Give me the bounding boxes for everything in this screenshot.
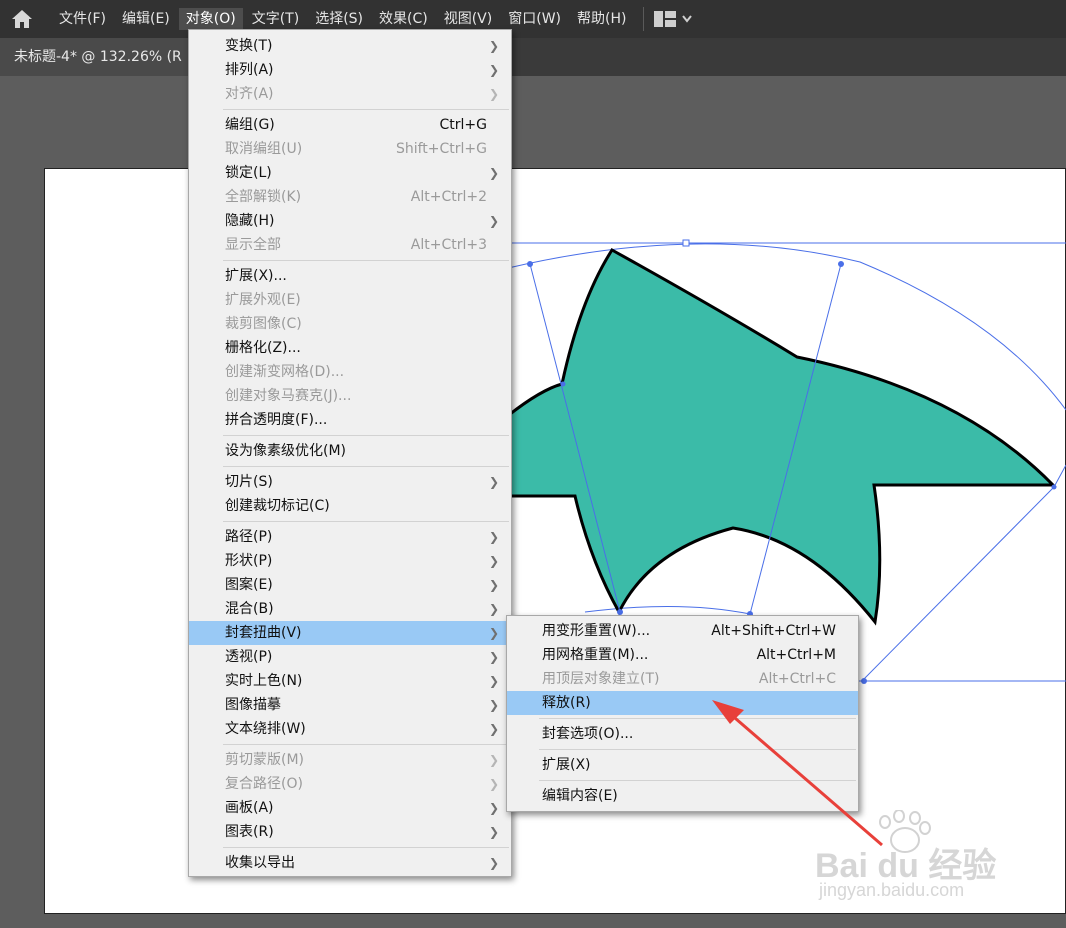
illustrator-window: 文件(F) 编辑(E) 对象(O) 文字(T) 选择(S) 效果(C) 视图(V) 窗口(W)… xyxy=(0,0,1066,928)
annotation-arrow xyxy=(712,700,883,847)
watermark-url: jingyan.baidu.com xyxy=(819,880,965,900)
baidu-watermark: Bai du 经验 jingyan.baidu.com xyxy=(815,809,1015,910)
